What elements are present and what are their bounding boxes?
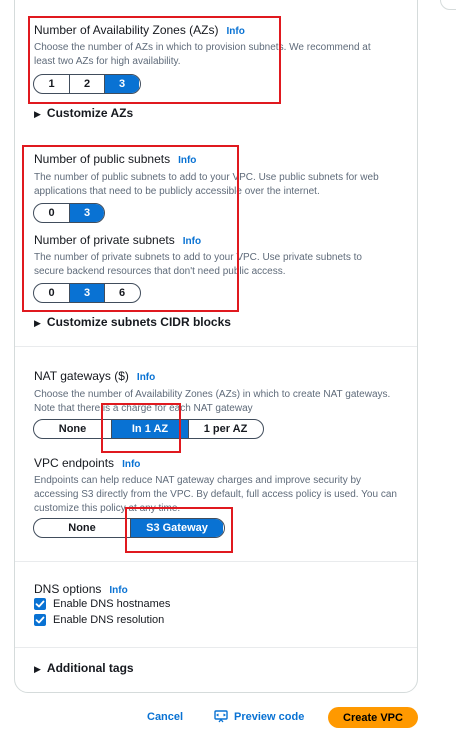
public-subnets-option-3[interactable]: 3 [69, 204, 104, 222]
side-panel-tab[interactable] [440, 0, 456, 10]
caret-right-icon: ▶ [34, 318, 41, 328]
dns-options-info-link[interactable]: Info [109, 585, 127, 596]
endpoints-option-none[interactable]: None [34, 519, 130, 537]
public-subnets-option-0[interactable]: 0 [34, 204, 69, 222]
checkmark-icon [35, 600, 45, 608]
section-divider [15, 647, 417, 648]
dns-hostnames-row[interactable]: Enable DNS hostnames [34, 598, 170, 610]
preview-code-button[interactable]: Preview code [214, 710, 304, 723]
vpc-endpoints-label: VPC endpoints Info [34, 456, 140, 470]
cancel-button[interactable]: Cancel [147, 711, 183, 723]
private-subnets-option-6[interactable]: 6 [104, 284, 139, 302]
public-subnets-description: The number of public subnets to add to y… [34, 172, 379, 197]
private-subnets-option-0[interactable]: 0 [34, 284, 69, 302]
azs-segmented-control: 1 2 3 [33, 74, 141, 94]
azs-label: Number of Availability Zones (AZs) Info [34, 23, 245, 37]
public-subnets-label-text: Number of public subnets [34, 152, 171, 166]
customize-azs-expander[interactable]: ▶ Customize AZs [34, 106, 133, 120]
private-subnets-segmented-control: 0 3 6 [33, 283, 141, 303]
public-subnets-info-link[interactable]: Info [178, 155, 196, 166]
private-subnets-info-link[interactable]: Info [183, 236, 201, 247]
nat-gateways-info-link[interactable]: Info [137, 372, 155, 383]
preview-code-label: Preview code [234, 710, 305, 723]
private-subnets-label-text: Number of private subnets [34, 233, 175, 247]
vpc-endpoints-segmented-control: None S3 Gateway [33, 518, 225, 538]
nat-option-1-per-az[interactable]: 1 per AZ [188, 420, 262, 438]
dns-resolution-label: Enable DNS resolution [53, 614, 165, 626]
endpoints-option-s3-gateway[interactable]: S3 Gateway [130, 519, 223, 537]
azs-label-text: Number of Availability Zones (AZs) [34, 23, 219, 37]
nat-option-in-1-az[interactable]: In 1 AZ [111, 420, 188, 438]
private-subnets-option-3[interactable]: 3 [69, 284, 104, 302]
section-divider [15, 561, 417, 562]
vpc-endpoints-label-text: VPC endpoints [34, 456, 115, 470]
nat-gateways-label: NAT gateways ($) Info [34, 369, 155, 383]
azs-option-3[interactable]: 3 [104, 75, 139, 93]
nat-gateways-description: Choose the number of Availability Zones … [34, 389, 391, 414]
azs-description: Choose the number of AZs in which to pro… [34, 42, 371, 67]
azs-info-link[interactable]: Info [227, 26, 245, 37]
dns-options-label: DNS options Info [34, 582, 128, 596]
customize-azs-label: Customize AZs [46, 106, 134, 120]
caret-right-icon: ▶ [34, 664, 41, 674]
dns-options-label-text: DNS options [34, 582, 102, 596]
additional-tags-expander[interactable]: ▶ Additional tags [34, 661, 134, 675]
nat-gateways-segmented-control: None In 1 AZ 1 per AZ [33, 419, 264, 439]
checkmark-icon [35, 616, 45, 624]
dns-resolution-row[interactable]: Enable DNS resolution [34, 614, 164, 626]
public-subnets-label: Number of public subnets Info [34, 152, 196, 166]
customize-cidr-label: Customize subnets CIDR blocks [46, 315, 231, 329]
vpc-endpoints-description: Endpoints can help reduce NAT gateway ch… [34, 475, 397, 514]
azs-option-1[interactable]: 1 [34, 75, 69, 93]
dns-resolution-checkbox[interactable] [34, 614, 46, 626]
preview-code-icon [214, 710, 228, 723]
vpc-endpoints-info-link[interactable]: Info [122, 459, 140, 470]
create-vpc-button[interactable]: Create VPC [328, 707, 418, 728]
nat-option-none[interactable]: None [34, 420, 111, 438]
private-subnets-description: The number of private subnets to add to … [34, 252, 362, 277]
additional-tags-label: Additional tags [46, 661, 134, 675]
dns-hostnames-checkbox[interactable] [34, 598, 46, 610]
private-subnets-label: Number of private subnets Info [34, 233, 201, 247]
section-divider [15, 346, 417, 347]
nat-gateways-label-text: NAT gateways ($) [34, 369, 129, 383]
public-subnets-segmented-control: 0 3 [33, 203, 105, 223]
dns-hostnames-label: Enable DNS hostnames [53, 598, 171, 610]
customize-cidr-expander[interactable]: ▶ Customize subnets CIDR blocks [34, 315, 231, 329]
caret-right-icon: ▶ [34, 109, 41, 119]
azs-option-2[interactable]: 2 [69, 75, 104, 93]
